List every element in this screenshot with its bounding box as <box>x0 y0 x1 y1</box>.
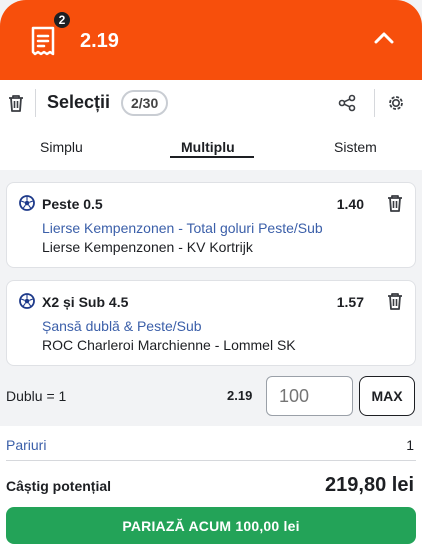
trash-icon[interactable] <box>7 93 25 113</box>
bets-count-label: Pariuri <box>6 437 47 453</box>
selections-toolbar: Selecții 2/30 <box>0 80 422 126</box>
share-icon[interactable] <box>338 94 356 112</box>
potential-win-label: Câștig potențial <box>6 478 112 494</box>
market-link[interactable]: Șansă dublă & Peste/Sub <box>42 318 202 334</box>
football-icon <box>19 293 35 309</box>
divider <box>374 89 375 117</box>
place-bet-button[interactable]: PARIAZĂ ACUM 100,00 lei <box>6 507 416 544</box>
ticket-count-badge: 2 <box>52 10 72 30</box>
remove-selection-icon[interactable] <box>386 193 404 213</box>
divider <box>35 89 36 117</box>
pick-odd: 1.40 <box>336 196 364 212</box>
pick-name: X2 și Sub 4.5 <box>42 294 129 310</box>
stake-input[interactable] <box>266 376 353 416</box>
bets-count-value: 1 <box>406 437 414 453</box>
market-link[interactable]: Lierse Kempenzonen - Total goluri Peste/… <box>42 220 323 236</box>
football-icon <box>19 195 35 211</box>
stake-row: Dublu = 1 2.19 MAX <box>0 376 422 416</box>
ticket-button[interactable]: 2 <box>26 10 72 60</box>
combination-odd: 2.19 <box>227 388 253 403</box>
betslip-header[interactable]: 2 2.19 <box>0 0 422 80</box>
tab-simplu[interactable]: Simplu <box>40 139 83 155</box>
selection-card: Peste 0.5 1.40 Lierse Kempenzonen - Tota… <box>6 182 416 268</box>
match-name: ROC Charleroi Marchienne - Lommel SK <box>42 337 296 353</box>
chevron-up-icon[interactable] <box>374 31 394 45</box>
selections-title: Selecții <box>47 92 111 112</box>
remove-selection-icon[interactable] <box>386 291 404 311</box>
max-stake-button[interactable]: MAX <box>359 376 415 416</box>
divider <box>6 460 416 461</box>
tab-multiplu[interactable]: Multiplu <box>181 139 235 155</box>
potential-win-value: 219,80 lei <box>325 474 414 496</box>
total-odds: 2.19 <box>80 30 119 52</box>
tab-sistem[interactable]: Sistem <box>334 139 377 155</box>
gear-icon[interactable] <box>387 94 405 112</box>
combination-label: Dublu = 1 <box>6 388 67 404</box>
active-tab-indicator <box>170 156 254 158</box>
match-name: Lierse Kempenzonen - KV Kortrijk <box>42 239 253 255</box>
selection-count-badge: 2/30 <box>121 90 169 116</box>
pick-name: Peste 0.5 <box>42 196 103 212</box>
pick-odd: 1.57 <box>336 294 364 310</box>
selection-card: X2 și Sub 4.5 1.57 Șansă dublă & Peste/S… <box>6 280 416 366</box>
bet-summary: Pariuri 1 Câștig potențial 219,80 lei PA… <box>0 426 422 554</box>
bet-type-tabs: Simplu Multiplu Sistem <box>0 126 422 170</box>
